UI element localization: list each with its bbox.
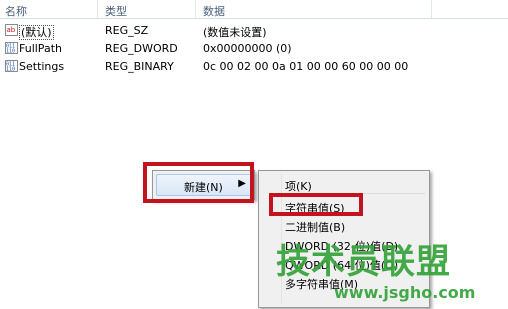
value-name-text: (默认) (19, 25, 54, 40)
value-name: FullPath (19, 42, 62, 55)
highlight-box-string-value (269, 193, 363, 216)
column-divider[interactable] (431, 0, 432, 18)
column-divider[interactable] (97, 0, 98, 18)
value-type: REG_BINARY (105, 60, 174, 73)
list-header: 名称 类型 数据 (0, 0, 508, 19)
value-data: 0c 00 02 00 0a 01 00 00 60 00 00 00 (203, 60, 409, 73)
column-header-type[interactable]: 类型 (105, 3, 127, 19)
svg-text:110: 110 (6, 67, 15, 73)
string-value-icon: ab (5, 24, 18, 36)
menu-item-multi-string-value[interactable]: 多字符串值(M) (285, 276, 358, 292)
column-header-name[interactable]: 名称 (5, 3, 27, 19)
column-header-data[interactable]: 数据 (203, 3, 225, 19)
registry-value-row[interactable]: 011 110 Settings REG_BINARY 0c 00 02 00 … (0, 58, 508, 76)
menu-item-binary-value[interactable]: 二进制值(B) (285, 219, 345, 235)
menu-item-qword-value[interactable]: QWORD (64 位)值(Q) (285, 257, 398, 273)
registry-value-row[interactable]: 011 110 FullPath REG_DWORD 0x00000000 (0… (0, 40, 508, 58)
highlight-box-new (143, 162, 254, 203)
registry-value-row[interactable]: ab (默认) REG_SZ (数值未设置) (0, 22, 508, 40)
svg-text:ab: ab (7, 26, 16, 34)
value-data: (数值未设置) (203, 26, 267, 39)
value-name: Settings (19, 60, 65, 73)
binary-value-icon: 011 110 (5, 60, 18, 72)
value-type: REG_SZ (105, 24, 149, 37)
menu-item-key[interactable]: 项(K) (285, 178, 312, 194)
binary-value-icon: 011 110 (5, 42, 18, 54)
value-type: REG_DWORD (105, 42, 178, 55)
svg-text:110: 110 (6, 49, 15, 55)
column-divider[interactable] (195, 0, 196, 18)
menu-item-dword-value[interactable]: DWORD (32-位)值(D) (285, 238, 398, 254)
value-data: 0x00000000 (0) (203, 42, 292, 55)
new-submenu: 项(K) 字符串值(S) 二进制值(B) DWORD (32-位)值(D) QW… (258, 170, 430, 308)
value-name: (默认) (19, 24, 54, 40)
